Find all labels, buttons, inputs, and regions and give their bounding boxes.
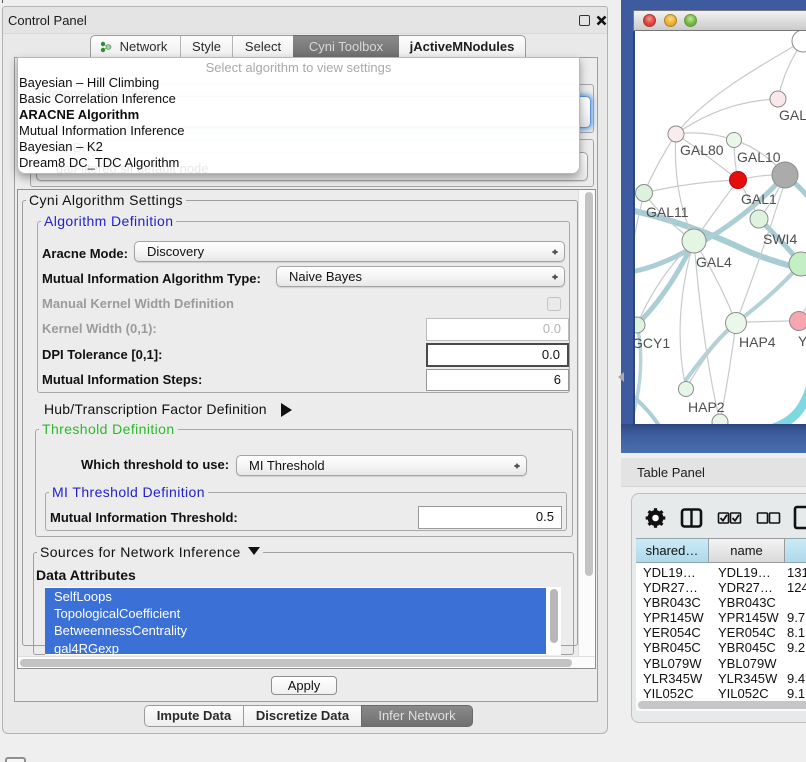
svg-text:GCY1: GCY1	[635, 335, 670, 351]
svg-text:SWI4: SWI4	[763, 231, 797, 247]
svg-text:GAL1: GAL1	[741, 191, 777, 207]
svg-text:GAL11: GAL11	[646, 204, 689, 220]
svg-text:HAP2: HAP2	[688, 399, 725, 415]
svg-text:HAP4: HAP4	[739, 334, 776, 350]
svg-text:GAL80: GAL80	[680, 142, 724, 158]
svg-text:GAL10: GAL10	[737, 149, 781, 165]
svg-text:YJL: YJL	[798, 333, 806, 349]
svg-text:GAL4: GAL4	[696, 254, 732, 270]
svg-text:GAL7: GAL7	[779, 107, 806, 123]
